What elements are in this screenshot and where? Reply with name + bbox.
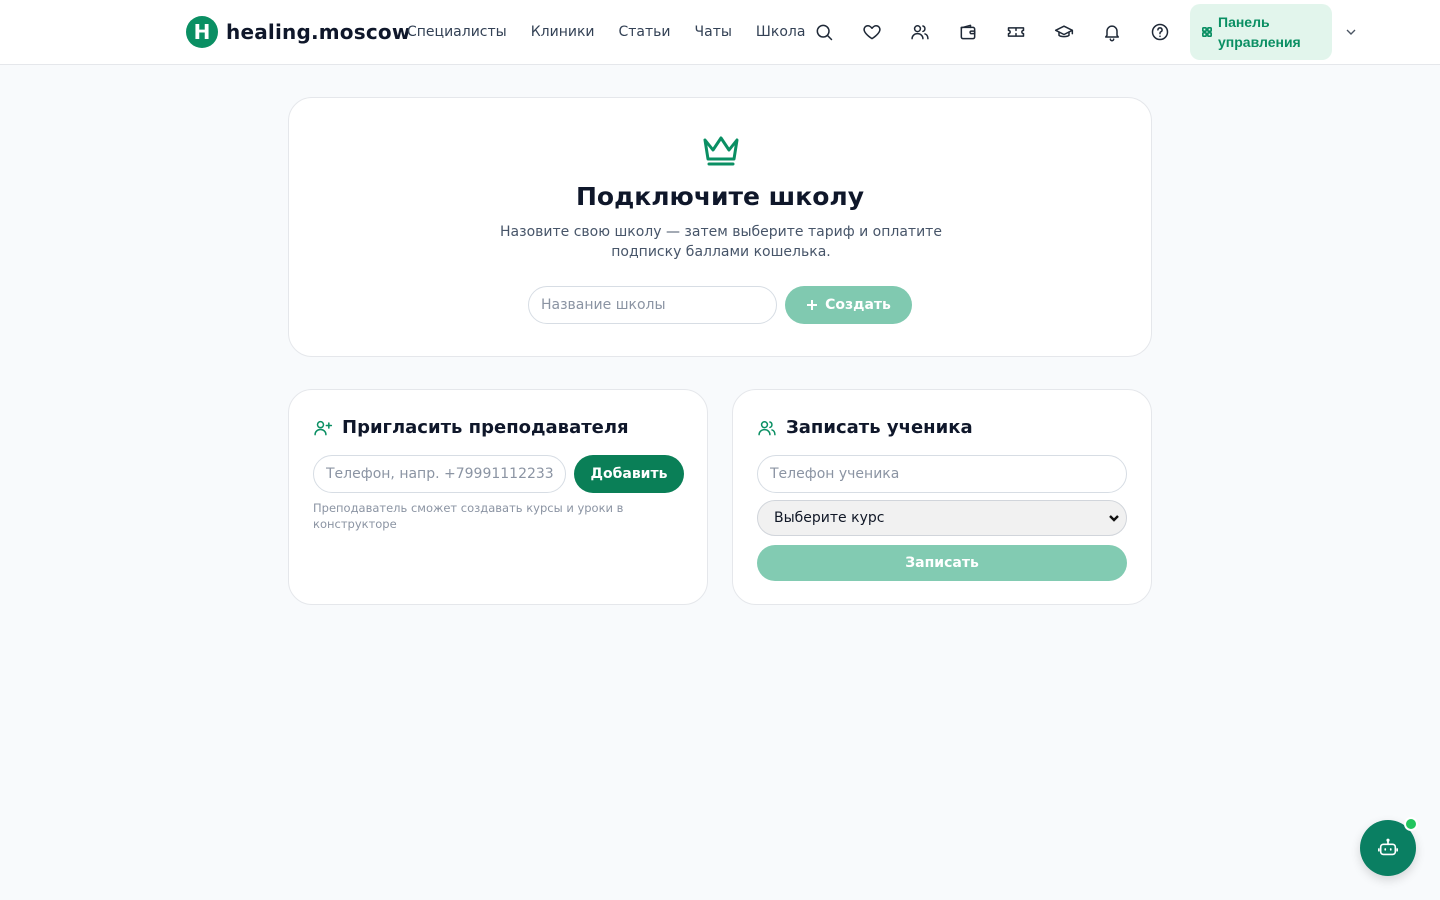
enroll-student-title: Записать ученика [786,417,973,438]
enroll-student-card: Записать ученика Выберите курс Записать [732,389,1152,605]
heart-icon[interactable] [860,20,884,44]
connect-school-card: Подключите школу Назовите свою школу — з… [288,97,1152,357]
nav-articles[interactable]: Статьи [619,24,671,40]
search-icon[interactable] [812,20,836,44]
logo-mark: H [186,16,218,48]
users-icon[interactable] [908,20,932,44]
page-description: Назовите свою школу — затем выберите тар… [500,224,942,260]
create-school-button[interactable]: Создать [785,286,912,324]
help-icon[interactable] [1148,20,1172,44]
user-plus-icon [314,420,333,435]
ticket-icon[interactable] [1004,20,1028,44]
robot-icon [1378,838,1398,856]
student-phone-input[interactable] [757,455,1127,493]
invite-teacher-header: Пригласить преподавателя [313,417,629,438]
plus-icon [807,300,818,310]
nav-clinics[interactable]: Клиники [531,24,595,40]
grid-icon [1202,27,1212,37]
nav-specialists[interactable]: Специалисты [407,24,507,40]
users-icon [758,420,776,435]
crown-icon [701,134,741,168]
logo-text: healing.moscow [226,20,411,44]
chevron-down-icon[interactable] [1343,24,1361,42]
school-name-input[interactable] [528,286,777,324]
chevron-down-icon [1109,515,1119,522]
nav-school[interactable]: Школа [756,24,806,40]
online-status-dot [1404,817,1418,831]
course-select-value: Выберите курс [774,510,885,526]
teacher-phone-input[interactable] [313,455,566,493]
nav-chats[interactable]: Чаты [695,24,732,40]
invite-teacher-title: Пригласить преподавателя [342,417,629,438]
enroll-student-header: Записать ученика [757,417,973,438]
create-school-label: Создать [825,297,891,313]
dashboard-label: Панель управления [1218,14,1301,50]
bell-icon[interactable] [1100,20,1124,44]
site-logo[interactable]: H healing.moscow [186,16,411,48]
top-header: H healing.moscow Специалисты Клиники Ста… [0,0,1440,65]
page-title: Подключите школу [575,182,864,211]
invite-teacher-hint: Преподаватель сможет создавать курсы и у… [313,501,624,531]
add-teacher-button[interactable]: Добавить [574,455,684,493]
main-nav: Специалисты Клиники Статьи Чаты Школа [407,0,805,64]
graduation-cap-icon[interactable] [1052,20,1076,44]
enroll-student-button[interactable]: Записать [757,545,1127,581]
dashboard-button[interactable]: Панель управления [1190,4,1332,60]
course-select[interactable]: Выберите курс [757,500,1127,536]
wallet-icon[interactable] [956,20,980,44]
invite-teacher-card: Пригласить преподавателя Добавить Препод… [288,389,708,605]
